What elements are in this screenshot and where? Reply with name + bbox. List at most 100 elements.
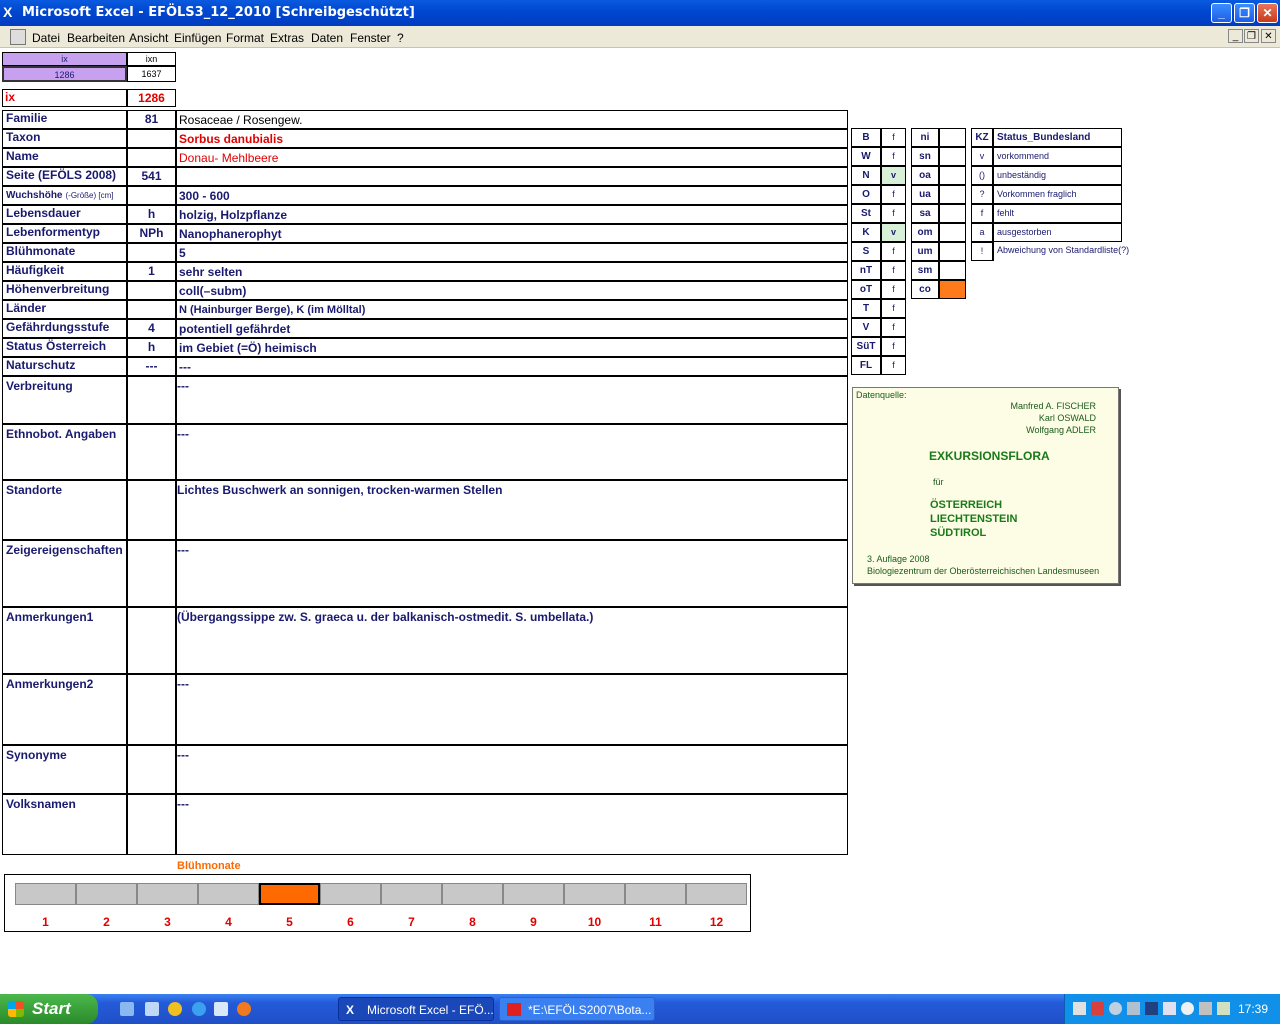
state-value-12[interactable]: f xyxy=(881,356,906,375)
altitude-flag-8[interactable] xyxy=(939,280,966,299)
state-value-9[interactable]: f xyxy=(881,299,906,318)
tray-icon-2[interactable] xyxy=(1091,1002,1104,1015)
row-label-3[interactable]: Seite (EFÖLS 2008) xyxy=(2,167,127,186)
menu-bearbeiten[interactable]: Bearbeiten xyxy=(67,31,125,45)
task-editor[interactable]: *E:\EFÖLS2007\Bota... xyxy=(499,997,655,1021)
row-label-7[interactable]: Blühmonate xyxy=(2,243,127,262)
row-label-4[interactable]: Wuchshöhe (-Größe) [cm] xyxy=(2,186,127,205)
doc-minimize-button[interactable]: _ xyxy=(1228,29,1243,43)
row-text-11[interactable]: potentiell gefährdet xyxy=(176,319,848,338)
note-label-1[interactable]: Ethnobot. Angaben xyxy=(2,424,127,480)
row-text-5[interactable]: holzig, Holzpflanze xyxy=(176,205,848,224)
state-code-5[interactable]: K xyxy=(851,223,881,242)
ie-icon[interactable] xyxy=(192,1002,206,1016)
row-label-11[interactable]: Gefährdungsstufe xyxy=(2,319,127,338)
state-value-0[interactable]: f xyxy=(881,128,906,147)
row-text-9[interactable]: coll(–subm) xyxy=(176,281,848,300)
row-text-13[interactable]: --- xyxy=(176,357,848,376)
row-label-13[interactable]: Naturschutz xyxy=(2,357,127,376)
legend-kz-1[interactable]: () xyxy=(971,166,993,185)
worksheet[interactable]: ix ixn 1286 1637 ix 1286 Familie 81 Rosace… xyxy=(0,48,1280,990)
menu-help[interactable]: ? xyxy=(397,31,404,45)
ixn-header-cell[interactable]: ixn xyxy=(127,52,176,66)
row-text-3[interactable] xyxy=(176,167,848,186)
note-code-7[interactable] xyxy=(127,794,176,855)
state-code-9[interactable]: T xyxy=(851,299,881,318)
note-code-5[interactable] xyxy=(127,674,176,745)
altitude-flag-2[interactable] xyxy=(939,166,966,185)
tray-network-icon[interactable] xyxy=(1073,1002,1086,1015)
note-text-7[interactable]: --- xyxy=(176,794,848,855)
note-label-7[interactable]: Volksnamen xyxy=(2,794,127,855)
tray-shield-icon[interactable] xyxy=(1145,1002,1158,1015)
altitude-flag-6[interactable] xyxy=(939,242,966,261)
note-text-4[interactable]: (Übergangssippe zw. S. graeca u. der bal… xyxy=(176,607,848,674)
altitude-code-5[interactable]: om xyxy=(911,223,939,242)
state-value-6[interactable]: f xyxy=(881,242,906,261)
note-code-3[interactable] xyxy=(127,540,176,607)
state-code-12[interactable]: FL xyxy=(851,356,881,375)
menu-extras[interactable]: Extras xyxy=(270,31,304,45)
note-text-0[interactable]: --- xyxy=(176,376,848,424)
tray-icon-6[interactable] xyxy=(1163,1002,1176,1015)
legend-text-3[interactable]: fehlt xyxy=(993,204,1122,223)
note-text-2[interactable]: Lichtes Buschwerk an sonnigen, trocken-w… xyxy=(176,480,848,540)
altitude-flag-7[interactable] xyxy=(939,261,966,280)
ix-label-cell[interactable]: ix xyxy=(2,89,127,107)
row-text-1[interactable]: Sorbus danubialis xyxy=(176,129,848,148)
row-code-2[interactable] xyxy=(127,148,176,167)
row-code-13[interactable]: --- xyxy=(127,357,176,376)
state-value-10[interactable]: f xyxy=(881,318,906,337)
state-value-4[interactable]: f xyxy=(881,204,906,223)
row-label-2[interactable]: Name xyxy=(2,148,127,167)
row-label-10[interactable]: Länder xyxy=(2,300,127,319)
menu-daten[interactable]: Daten xyxy=(311,31,343,45)
row-code-6[interactable]: NPh xyxy=(127,224,176,243)
ix-value-cell[interactable]: 1286 xyxy=(2,66,127,82)
note-code-4[interactable] xyxy=(127,607,176,674)
altitude-code-8[interactable]: co xyxy=(911,280,939,299)
altitude-code-3[interactable]: ua xyxy=(911,185,939,204)
state-code-10[interactable]: V xyxy=(851,318,881,337)
note-text-1[interactable]: --- xyxy=(176,424,848,480)
altitude-flag-5[interactable] xyxy=(939,223,966,242)
note-text-3[interactable]: --- xyxy=(176,540,848,607)
row-code-7[interactable] xyxy=(127,243,176,262)
row-text-4[interactable]: 300 - 600 xyxy=(176,186,848,205)
row-code-12[interactable]: h xyxy=(127,338,176,357)
ix-header-cell[interactable]: ix xyxy=(2,52,127,66)
altitude-code-6[interactable]: um xyxy=(911,242,939,261)
legend-kz-5[interactable]: ! xyxy=(971,242,993,261)
state-value-11[interactable]: f xyxy=(881,337,906,356)
legend-status-header[interactable]: Status_Bundesland xyxy=(993,128,1122,147)
row-code-3[interactable]: 541 xyxy=(127,167,176,186)
legend-kz-0[interactable]: v xyxy=(971,147,993,166)
note-text-6[interactable]: --- xyxy=(176,745,848,794)
menu-fenster[interactable]: Fenster xyxy=(350,31,391,45)
legend-text-4[interactable]: ausgestorben xyxy=(993,223,1122,242)
task-excel[interactable]: Microsoft Excel - EFÖ... xyxy=(338,997,494,1021)
state-code-2[interactable]: N xyxy=(851,166,881,185)
note-label-5[interactable]: Anmerkungen2 xyxy=(2,674,127,745)
ixn-value-cell[interactable]: 1637 xyxy=(127,66,176,82)
row-text-10[interactable]: N (Hainburger Berge), K (im Mölltal) xyxy=(176,300,848,319)
row-code-5[interactable]: h xyxy=(127,205,176,224)
altitude-code-0[interactable]: ni xyxy=(911,128,939,147)
state-code-0[interactable]: B xyxy=(851,128,881,147)
note-label-2[interactable]: Standorte xyxy=(2,480,127,540)
state-code-1[interactable]: W xyxy=(851,147,881,166)
doc-restore-button[interactable]: ❐ xyxy=(1244,29,1259,43)
firefox-icon[interactable] xyxy=(237,1002,251,1016)
legend-kz-2[interactable]: ? xyxy=(971,185,993,204)
state-code-11[interactable]: SüT xyxy=(851,337,881,356)
row-text-2[interactable]: Donau- Mehlbeere xyxy=(176,148,848,167)
row-text-8[interactable]: sehr selten xyxy=(176,262,848,281)
altitude-flag-3[interactable] xyxy=(939,185,966,204)
row-text-6[interactable]: Nanophanerophyt xyxy=(176,224,848,243)
row-label-9[interactable]: Höhenverbreitung xyxy=(2,281,127,300)
menu-datei[interactable]: Datei xyxy=(32,31,60,45)
legend-text-5[interactable]: Abweichung von Standardliste(?) xyxy=(993,242,1129,261)
row-text-7[interactable]: 5 xyxy=(176,243,848,262)
close-button[interactable]: ✕ xyxy=(1257,3,1278,23)
quicklaunch-icon-5[interactable] xyxy=(214,1002,228,1016)
